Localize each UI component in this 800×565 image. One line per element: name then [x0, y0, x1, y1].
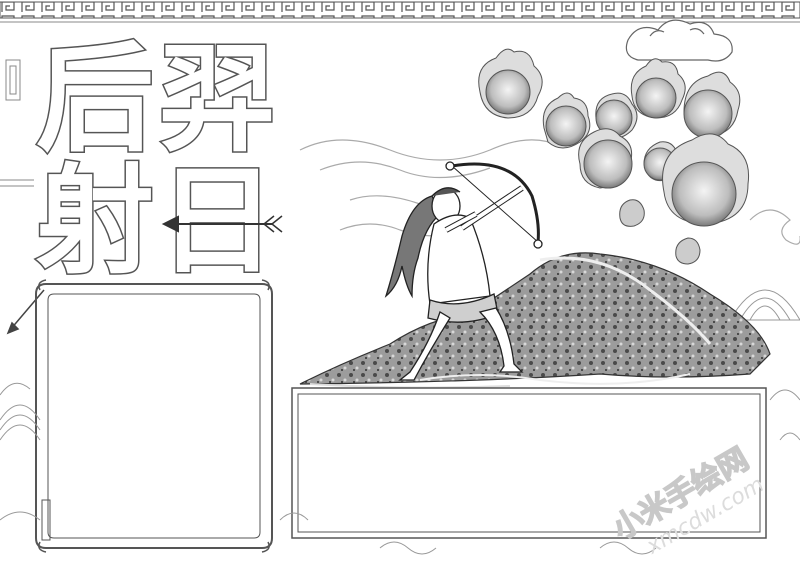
left-wave-arcs — [0, 382, 41, 441]
title-char-1: 后 — [36, 29, 154, 168]
title-char-2: 羿 — [158, 29, 276, 168]
sun-icon-5 — [683, 71, 741, 139]
sun-icon-6 — [578, 128, 633, 189]
top-border — [0, 1, 800, 19]
poster: 后 羿 射 日 小米手绘网 xmcdw.com — [0, 0, 800, 565]
sun-icon-9 — [619, 199, 645, 227]
cloud-top-right — [625, 19, 733, 62]
left-ornament-lines — [0, 59, 34, 187]
sun-icon-8 — [662, 133, 750, 227]
poster-art: 后 羿 射 日 小米手绘网 xmcdw.com — [0, 1, 800, 560]
small-arrow-icon — [6, 289, 45, 335]
sun-icon-10 — [675, 237, 701, 265]
sun-icon-1 — [478, 48, 543, 119]
sun-icon-3 — [542, 92, 591, 149]
title: 后 羿 射 日 — [35, 28, 278, 292]
rock-mountain — [299, 252, 771, 389]
sun-icon-2 — [630, 58, 686, 119]
left-writing-frame — [35, 279, 273, 553]
suns — [478, 48, 750, 265]
title-char-3: 射 — [36, 151, 154, 290]
